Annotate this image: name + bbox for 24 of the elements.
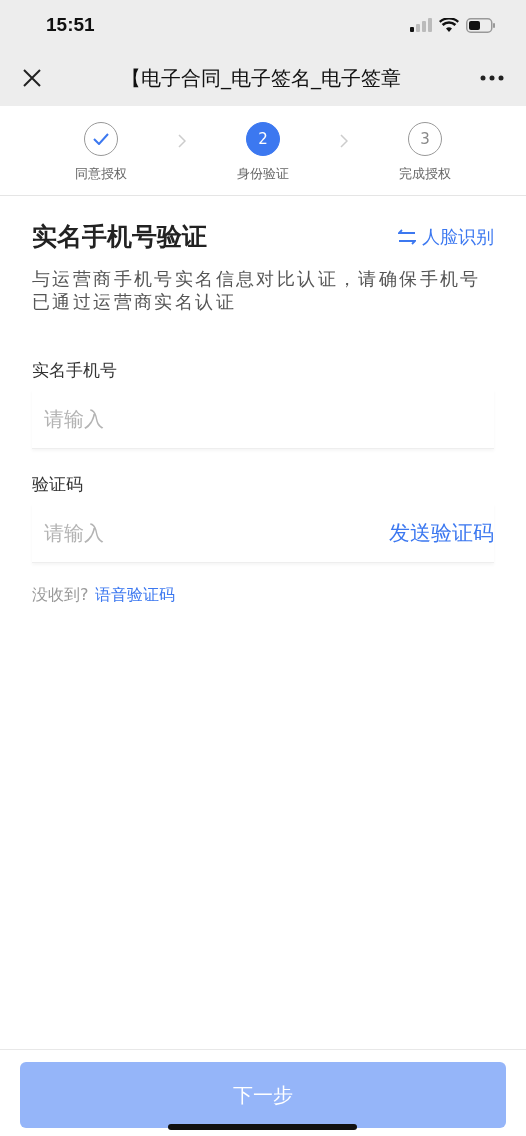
hint-text: 没收到? (32, 585, 89, 606)
input-field[interactable]: 请输入 (44, 521, 389, 545)
send-code-link[interactable]: 发送验证码 (389, 519, 494, 547)
field-label: 实名手机号 (32, 359, 118, 382)
more-icon[interactable] (480, 75, 504, 81)
chevron-icon (340, 134, 348, 148)
step-label: 完成授权 (399, 166, 451, 183)
chevron-icon (178, 134, 186, 148)
page-title: 【电子合同_电子签名_电子签章 (121, 64, 401, 92)
battery-icon (466, 17, 496, 33)
voice-code-link[interactable]: 语音验证码 (94, 585, 175, 606)
step-number: 2 (246, 122, 280, 156)
close-icon[interactable] (22, 68, 42, 88)
signal-icon (410, 18, 432, 32)
face-recognition-link[interactable]: 人脸识别 (398, 224, 494, 249)
switch-icon (398, 228, 416, 245)
step-label: 同意授权 (75, 166, 127, 183)
wifi-icon (439, 18, 459, 32)
step-label: 身份验证 (237, 166, 289, 183)
field-label: 验证码 (32, 473, 84, 496)
status-time: 15:51 (46, 14, 95, 36)
page-heading: 实名手机号验证 (32, 221, 207, 253)
input-field[interactable]: 请输入 (44, 407, 494, 431)
description-text: 与运营商手机号实名信息对比认证，请确保手机号已通过运营商实名认证 (32, 267, 482, 313)
